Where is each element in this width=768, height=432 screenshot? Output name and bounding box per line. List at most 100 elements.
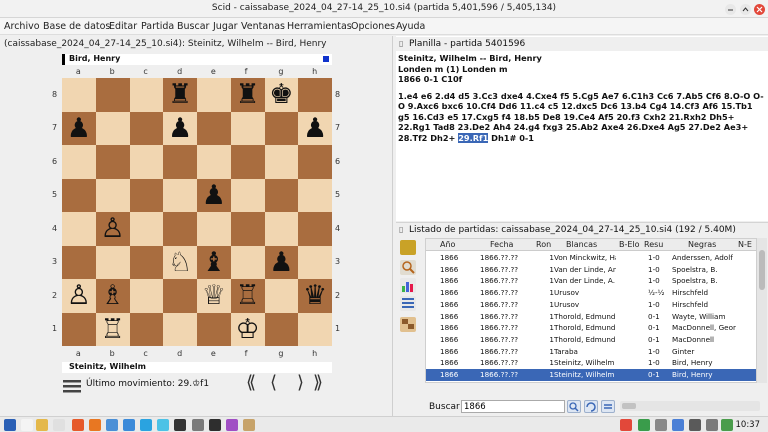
column-white[interactable]: Blancas xyxy=(566,240,597,249)
square-a6[interactable] xyxy=(62,145,96,179)
chess-piece[interactable] xyxy=(231,246,265,280)
chess-piece[interactable] xyxy=(197,313,231,347)
menu-editar[interactable]: Editar xyxy=(109,21,137,32)
terminal-icon[interactable] xyxy=(174,419,186,431)
chess-piece[interactable] xyxy=(62,145,96,179)
square-a7[interactable]: ♟ xyxy=(62,111,96,145)
square-e2[interactable]: ♕ xyxy=(197,279,231,313)
chess-piece[interactable] xyxy=(62,179,96,213)
scrollbar-thumb[interactable] xyxy=(622,403,636,409)
square-c4[interactable] xyxy=(129,212,164,246)
square-e1[interactable] xyxy=(197,312,231,347)
chess-piece[interactable] xyxy=(265,112,299,146)
horizontal-scrollbar[interactable] xyxy=(620,401,760,411)
board-icon[interactable] xyxy=(400,317,416,332)
square-e5[interactable]: ♟ xyxy=(197,178,231,212)
column-date[interactable]: Fecha xyxy=(490,240,513,249)
app-menu-icon[interactable] xyxy=(4,419,16,431)
chess-piece[interactable] xyxy=(62,313,96,347)
square-d4[interactable] xyxy=(163,212,197,246)
settings-tray-icon[interactable] xyxy=(655,419,667,431)
chess-piece[interactable]: ♝ xyxy=(197,246,231,280)
chess-piece[interactable] xyxy=(197,78,231,112)
chess-piece[interactable]: ♕ xyxy=(197,279,231,313)
square-g3[interactable]: ♟ xyxy=(264,245,299,280)
square-h8[interactable] xyxy=(298,78,332,112)
chess-piece[interactable] xyxy=(298,78,332,112)
network-icon[interactable] xyxy=(638,419,650,431)
column-white-elo[interactable]: B-Elo xyxy=(619,240,640,249)
square-b6[interactable] xyxy=(95,145,130,179)
table-row[interactable]: 1866 1866.??.?? 1 Thorold, Edmund 0-1 MacDonn… xyxy=(426,322,756,334)
chess-piece[interactable] xyxy=(298,313,332,347)
square-c8[interactable] xyxy=(129,78,164,112)
chess-piece[interactable] xyxy=(265,313,299,347)
chess-piece[interactable]: ♟ xyxy=(265,246,299,280)
square-h1[interactable] xyxy=(298,312,332,347)
square-d3[interactable]: ♘ xyxy=(163,245,197,279)
chess-piece[interactable] xyxy=(62,212,96,246)
chess-piece[interactable]: ♟ xyxy=(163,112,197,146)
square-h3[interactable] xyxy=(298,245,332,279)
minimize-button[interactable] xyxy=(725,4,736,15)
table-row[interactable]: 1866 1866.??.?? 1 Thorold, Edmund 0-1 Wayte, … xyxy=(426,311,756,323)
moves-after-current[interactable]: Dh1# 0-1 xyxy=(488,133,534,143)
chess-piece[interactable] xyxy=(130,179,164,213)
chess-piece[interactable] xyxy=(130,78,164,112)
chess-piece[interactable] xyxy=(298,145,332,179)
update-notifier-icon[interactable] xyxy=(620,419,632,431)
current-move[interactable]: 29.Rf1 xyxy=(458,132,489,143)
column-result[interactable]: Resu xyxy=(644,240,663,249)
moves-before-current[interactable]: 1.e4 e6 2.d4 d5 3.Cc3 dxe4 4.Cxe4 f5 5.C… xyxy=(398,91,764,143)
square-b4[interactable]: ♙ xyxy=(95,212,130,246)
column-black-elo[interactable]: N-E xyxy=(738,240,752,249)
chess-piece[interactable] xyxy=(163,145,197,179)
step-forward-button[interactable]: ⟩ xyxy=(297,372,304,393)
chess-piece[interactable] xyxy=(130,279,164,313)
column-year[interactable]: Año xyxy=(440,240,455,249)
table-row[interactable]: 1866 1866.??.?? 1 Von Minckwitz, Ha 1-0 Ander… xyxy=(426,252,756,264)
chess-piece[interactable] xyxy=(96,246,130,280)
square-b1[interactable]: ♖ xyxy=(95,312,130,346)
volume-icon[interactable] xyxy=(706,419,718,431)
chess-piece[interactable] xyxy=(231,179,265,213)
chess-piece[interactable] xyxy=(62,246,96,280)
square-g2[interactable] xyxy=(264,279,299,313)
firefox-icon[interactable] xyxy=(89,419,101,431)
chess-piece[interactable] xyxy=(96,112,130,146)
square-c1[interactable] xyxy=(129,312,164,346)
square-e7[interactable] xyxy=(197,111,231,145)
square-a3[interactable] xyxy=(62,245,96,280)
go-end-button[interactable]: ⟫ xyxy=(313,372,323,393)
square-h4[interactable] xyxy=(298,212,332,246)
menu-opciones[interactable]: Opciones xyxy=(351,21,395,32)
notation-moves[interactable]: 1.e4 e6 2.d4 d5 3.Cc3 dxe4 4.Cxe4 f5 5.C… xyxy=(398,91,766,144)
chess-piece[interactable]: ♖ xyxy=(231,279,265,313)
menu-base-de-datos[interactable]: Base de datos xyxy=(43,21,110,32)
square-a2[interactable]: ♙ xyxy=(62,279,96,313)
square-a8[interactable] xyxy=(62,78,96,112)
chess-piece[interactable] xyxy=(163,212,197,246)
graphics-icon[interactable] xyxy=(226,419,238,431)
table-row[interactable]: 1866 1866.??.?? 1 Urusov ½-½ Hirschfeld xyxy=(426,287,756,299)
square-g5[interactable] xyxy=(264,178,299,212)
chess-piece[interactable]: ♙ xyxy=(62,279,96,313)
dock-icon[interactable] xyxy=(123,419,135,431)
chess-piece[interactable] xyxy=(163,313,197,347)
column-black[interactable]: Negras xyxy=(688,240,716,249)
square-c2[interactable] xyxy=(129,279,164,313)
square-b3[interactable] xyxy=(95,245,130,280)
media-icon[interactable] xyxy=(209,419,221,431)
square-f7[interactable] xyxy=(230,111,265,145)
square-h7[interactable]: ♟ xyxy=(298,111,332,146)
chess-piece[interactable] xyxy=(231,145,265,179)
menu-herramientas[interactable]: Herramientas xyxy=(287,21,352,32)
clipboard-icon[interactable] xyxy=(689,419,701,431)
square-e3[interactable]: ♝ xyxy=(197,245,231,280)
chess-piece[interactable]: ♟ xyxy=(298,112,332,146)
square-e6[interactable] xyxy=(197,145,231,179)
chess-piece[interactable] xyxy=(265,212,299,246)
menu-ayuda[interactable]: Ayuda xyxy=(396,21,425,32)
square-f1[interactable]: ♔ xyxy=(230,312,265,346)
go-start-button[interactable]: ⟪ xyxy=(246,372,256,393)
